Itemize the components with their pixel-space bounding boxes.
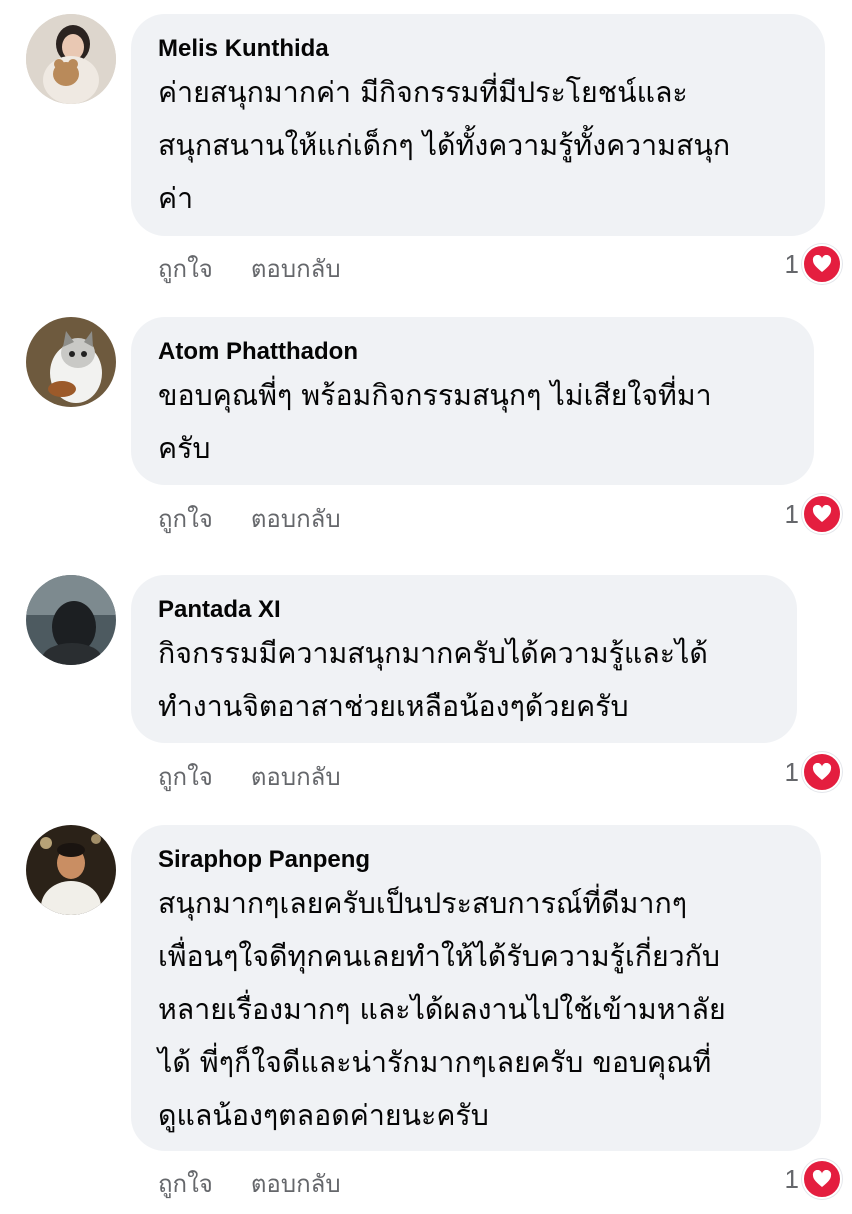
reply-button[interactable]: ตอบกลับ: [251, 504, 341, 534]
comment: Atom Phatthadon ขอบคุณพี่ๆ พร้อมกิจกรรมส…: [0, 300, 852, 562]
avatar-photo: [26, 825, 116, 915]
avatar[interactable]: [26, 825, 116, 915]
comment-author[interactable]: Atom Phatthadon: [158, 335, 786, 369]
reaction-summary[interactable]: 1: [784, 752, 842, 792]
comment: Siraphop Panpeng สนุกมากๆเลยครับเป็นประส…: [0, 824, 852, 1214]
comment-bubble: Pantada XI กิจกรรมมีความสนุกมากครับได้คว…: [131, 575, 797, 743]
comment-text: ขอบคุณพี่ๆ พร้อมกิจกรรมสนุกๆ ไม่เสียใจที…: [158, 379, 712, 465]
comment-actions: ถูกใจ ตอบกลับ: [158, 762, 341, 792]
comment-text: สนุกมากๆเลยครับเป็นประสบการณ์ที่ดีมากๆ เ…: [158, 887, 726, 1132]
heart-icon: [802, 494, 842, 534]
comment-author[interactable]: Pantada XI: [158, 593, 769, 627]
heart-icon: [802, 244, 842, 284]
reaction-count: 1: [784, 498, 799, 529]
like-button[interactable]: ถูกใจ: [158, 1169, 213, 1199]
avatar-photo: [26, 14, 116, 104]
avatar[interactable]: [26, 14, 116, 104]
comment: Pantada XI กิจกรรมมีความสนุกมากครับได้คว…: [0, 562, 852, 824]
like-button[interactable]: ถูกใจ: [158, 762, 213, 792]
avatar-photo: [26, 575, 116, 665]
avatar[interactable]: [26, 317, 116, 407]
avatar-photo: [26, 317, 116, 407]
avatar[interactable]: [26, 575, 116, 665]
comment-bubble: Atom Phatthadon ขอบคุณพี่ๆ พร้อมกิจกรรมส…: [131, 317, 814, 485]
comment-actions: ถูกใจ ตอบกลับ: [158, 254, 341, 284]
reaction-count: 1: [784, 756, 799, 787]
reaction-summary[interactable]: 1: [784, 1159, 842, 1199]
reaction-summary[interactable]: 1: [784, 244, 842, 284]
comment-bubble: Melis Kunthida ค่ายสนุกมากค่า มีกิจกรรมท…: [131, 14, 825, 236]
reaction-count: 1: [784, 1163, 799, 1194]
heart-icon: [802, 752, 842, 792]
like-button[interactable]: ถูกใจ: [158, 504, 213, 534]
comment-actions: ถูกใจ ตอบกลับ: [158, 504, 341, 534]
reply-button[interactable]: ตอบกลับ: [251, 762, 341, 792]
comment-text: ค่ายสนุกมากค่า มีกิจกรรมที่มีประโยชน์และ…: [158, 76, 731, 215]
reaction-count: 1: [784, 248, 799, 279]
reaction-summary[interactable]: 1: [784, 494, 842, 534]
comment-author[interactable]: Siraphop Panpeng: [158, 843, 793, 877]
like-button[interactable]: ถูกใจ: [158, 254, 213, 284]
comment-author[interactable]: Melis Kunthida: [158, 32, 797, 66]
reply-button[interactable]: ตอบกลับ: [251, 254, 341, 284]
comment-actions: ถูกใจ ตอบกลับ: [158, 1169, 341, 1199]
comment-bubble: Siraphop Panpeng สนุกมากๆเลยครับเป็นประส…: [131, 825, 821, 1151]
comment: Melis Kunthida ค่ายสนุกมากค่า มีกิจกรรมท…: [0, 0, 852, 300]
reply-button[interactable]: ตอบกลับ: [251, 1169, 341, 1199]
comment-text: กิจกรรมมีความสนุกมากครับได้ความรู้และได้…: [158, 637, 708, 723]
heart-icon: [802, 1159, 842, 1199]
